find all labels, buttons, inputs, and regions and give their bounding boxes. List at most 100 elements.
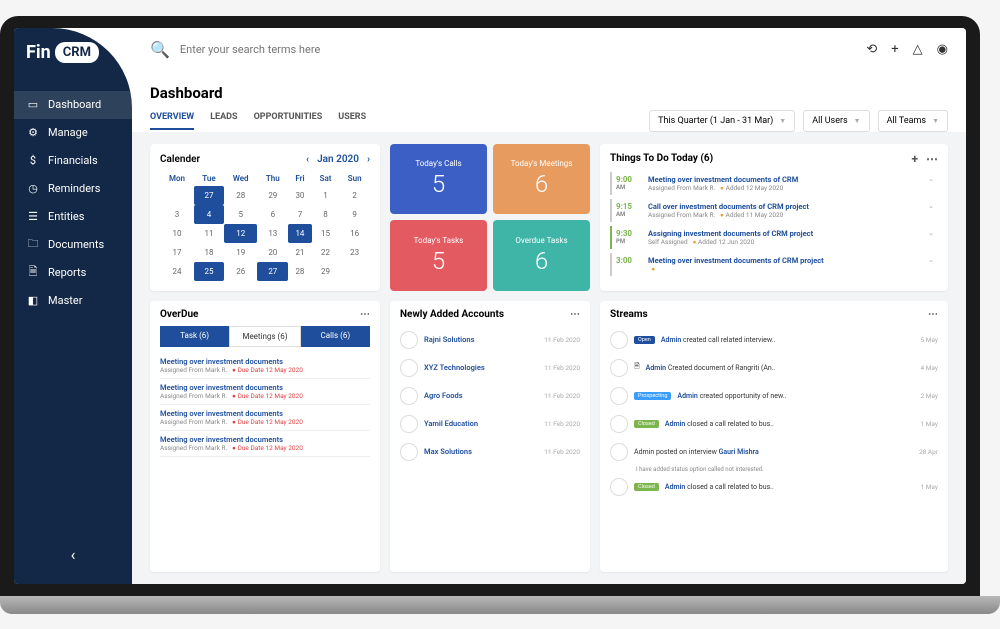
calendar-day[interactable]: 19 [224, 243, 258, 262]
calendar-day[interactable]: 27 [257, 262, 288, 281]
cal-month[interactable]: Jan 2020 [317, 154, 359, 165]
todo-item[interactable]: 3:00Meeting over investment documents of… [610, 253, 938, 276]
calendar-day[interactable]: 23 [339, 243, 370, 262]
stream-item[interactable]: ClosedAdmin closed a call related to bus… [610, 473, 938, 501]
bell-icon[interactable]: △ [913, 42, 923, 57]
cal-next-icon[interactable]: › [367, 154, 370, 165]
account-item[interactable]: Rajni Solutions11 Feb 2020 [400, 326, 580, 354]
filter-users[interactable]: All Users▼ [803, 110, 869, 132]
calendar-day[interactable]: 2 [339, 186, 370, 205]
calendar-day[interactable]: 28 [224, 186, 258, 205]
calendar-day[interactable]: 16 [339, 224, 370, 243]
calendar-day[interactable] [160, 186, 194, 205]
stat-meetings[interactable]: Today's Meetings6 [493, 144, 590, 215]
calendar-day[interactable]: 4 [194, 205, 224, 224]
calendar-day[interactable]: 15 [312, 224, 340, 243]
overdue-tab[interactable]: Calls (6) [301, 326, 370, 347]
todo-more-icon[interactable]: ⋯ [926, 152, 938, 166]
chevron-down-icon[interactable]: ⌄ [928, 229, 934, 246]
stream-item[interactable]: OpenAdmin created call related interview… [610, 326, 938, 354]
stat-tasks[interactable]: Today's Tasks5 [390, 220, 487, 291]
overdue-item[interactable]: Meeting over investment documentsAssigne… [160, 379, 370, 405]
nav-icon: ▭ [26, 98, 40, 112]
calendar-day[interactable]: 25 [194, 262, 224, 281]
todo-add-icon[interactable]: + [911, 152, 918, 166]
calendar-day[interactable]: 21 [288, 243, 312, 262]
tab-overview[interactable]: OVERVIEW [150, 112, 194, 130]
calendar-day[interactable]: 22 [312, 243, 340, 262]
calendar-day[interactable]: 10 [160, 224, 194, 243]
overdue-item[interactable]: Meeting over investment documentsAssigne… [160, 405, 370, 431]
tab-users[interactable]: USERS [338, 112, 366, 130]
overdue-item[interactable]: Meeting over investment documentsAssigne… [160, 431, 370, 457]
calendar-day[interactable]: 13 [257, 224, 288, 243]
sidebar-item-reminders[interactable]: ◷Reminders [14, 175, 132, 203]
calendar-day[interactable]: 29 [312, 262, 340, 281]
stream-item[interactable]: ProspectingAdmin created opportunity of … [610, 382, 938, 410]
calendar-day[interactable]: 17 [160, 243, 194, 262]
calendar-day[interactable]: 7 [288, 205, 312, 224]
filter-period[interactable]: This Quarter (1 Jan - 31 Mar)▼ [649, 110, 795, 132]
overdue-item[interactable]: Meeting over investment documentsAssigne… [160, 353, 370, 379]
chevron-down-icon[interactable]: ⌄ [928, 175, 934, 192]
todo-item[interactable]: 9:30PMAssigning investment documents of … [610, 226, 938, 249]
calendar-day[interactable]: 9 [339, 205, 370, 224]
account-item[interactable]: XYZ Technologies11 Feb 2020 [400, 354, 580, 382]
calendar-day[interactable]: 20 [257, 243, 288, 262]
avatar [610, 331, 628, 349]
sidebar-item-dashboard[interactable]: ▭Dashboard [14, 91, 132, 119]
sidebar-item-entities[interactable]: ☰Entities [14, 203, 132, 231]
add-icon[interactable]: + [891, 42, 898, 57]
todo-item[interactable]: 9:15AMCall over investment documents of … [610, 199, 938, 222]
avatar [400, 387, 418, 405]
calendar-day[interactable]: 12 [224, 224, 258, 243]
tab-opportunities[interactable]: OPPORTUNITIES [254, 112, 323, 130]
calendar-day[interactable] [339, 262, 370, 281]
stat-overdue[interactable]: Overdue Tasks6 [493, 220, 590, 291]
nav-icon: ◧ [26, 294, 40, 308]
sidebar-item-manage[interactable]: ⚙Manage [14, 119, 132, 147]
stream-item[interactable]: Admin posted on interview Gauri Mishra28… [610, 438, 938, 466]
calendar-day[interactable]: 6 [257, 205, 288, 224]
calendar-day[interactable]: 3 [160, 205, 194, 224]
calendar-day[interactable]: 27 [194, 186, 224, 205]
calendar-day[interactable]: 30 [288, 186, 312, 205]
sidebar-item-financials[interactable]: $Financials [14, 147, 132, 175]
overdue-tab[interactable]: Meetings (6) [229, 326, 300, 347]
account-item[interactable]: Agro Foods11 Feb 2020 [400, 382, 580, 410]
accounts-more-icon[interactable]: ⋯ [570, 309, 580, 320]
calendar-day[interactable]: 28 [288, 262, 312, 281]
account-item[interactable]: Yamil Education11 Feb 2020 [400, 410, 580, 438]
todo-item[interactable]: 9:00AMMeeting over investment documents … [610, 172, 938, 195]
stat-calls[interactable]: Today's Calls5 [390, 144, 487, 215]
overdue-title: OverDue [160, 309, 198, 320]
calendar-day[interactable]: 29 [257, 186, 288, 205]
sidebar-item-master[interactable]: ◧Master [14, 287, 132, 315]
sidebar-item-reports[interactable]: 🗎Reports [14, 259, 132, 287]
calendar-day[interactable]: 11 [194, 224, 224, 243]
cal-prev-icon[interactable]: ‹ [306, 154, 309, 165]
user-icon[interactable]: ◉ [937, 42, 948, 57]
chevron-down-icon[interactable]: ⌄ [928, 202, 934, 219]
streams-title: Streams [610, 309, 648, 320]
stream-item[interactable]: ClosedAdmin closed a call related to bus… [610, 410, 938, 438]
calendar-day[interactable]: 8 [312, 205, 340, 224]
sidebar-collapse[interactable]: ‹ [71, 545, 76, 564]
calendar-day[interactable]: 24 [160, 262, 194, 281]
filter-teams[interactable]: All Teams▼ [878, 110, 948, 132]
calendar-day[interactable]: 5 [224, 205, 258, 224]
search-input[interactable] [180, 43, 854, 56]
chevron-down-icon[interactable]: ⌄ [928, 256, 934, 273]
calendar-day[interactable]: 14 [288, 224, 312, 243]
calendar-day[interactable]: 18 [194, 243, 224, 262]
streams-more-icon[interactable]: ⋯ [928, 309, 938, 320]
sidebar-item-documents[interactable]: 🗀Documents [14, 231, 132, 259]
refresh-icon[interactable]: ⟲ [866, 42, 877, 57]
calendar-day[interactable]: 26 [224, 262, 258, 281]
account-item[interactable]: Max Solutions11 Feb 2020 [400, 438, 580, 466]
overdue-tab[interactable]: Task (6) [160, 326, 229, 347]
overdue-more-icon[interactable]: ⋯ [360, 309, 370, 320]
tab-leads[interactable]: LEADS [210, 112, 237, 130]
calendar-day[interactable]: 1 [312, 186, 340, 205]
stream-item[interactable]: 🗎Admin Created document of Rangriti (An.… [610, 354, 938, 382]
